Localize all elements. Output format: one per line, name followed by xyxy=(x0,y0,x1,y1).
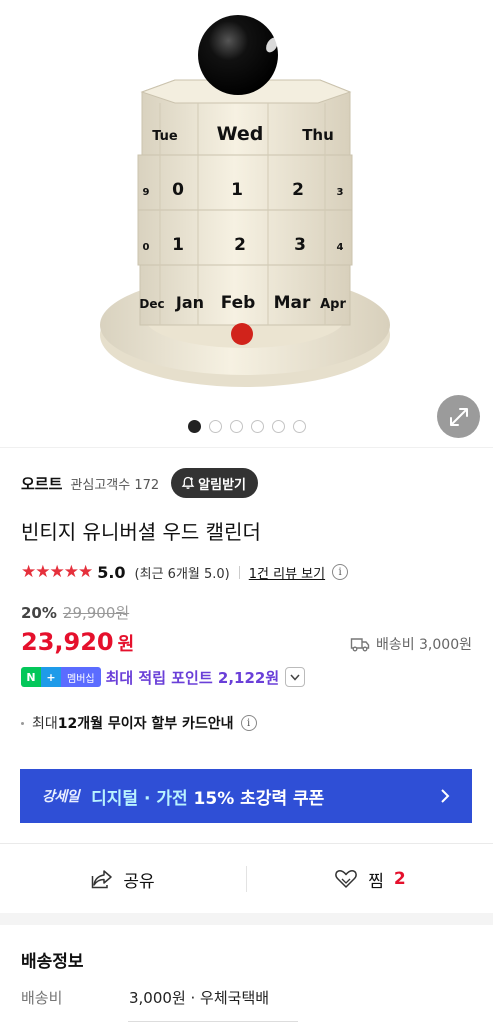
calendar-label: Jan xyxy=(175,293,204,312)
bell-plus-icon xyxy=(181,476,195,489)
gallery-dot[interactable] xyxy=(292,420,306,433)
sale-price: 23,920 원 xyxy=(21,628,134,656)
calendar-label: 0 xyxy=(143,242,150,253)
calendar-label: 1 xyxy=(231,180,243,200)
coupon-category: 디지털 · 가전 xyxy=(91,788,188,809)
badge-membership: 멤버십 xyxy=(61,667,101,687)
points-expand-button[interactable] xyxy=(285,667,306,687)
installment-text: 12개월 무이자 할부 카드안내 xyxy=(57,716,234,732)
divider xyxy=(0,843,493,844)
product-title: 빈티지 유니버셜 우드 캘린더 xyxy=(21,520,261,544)
calendar-label: Apr xyxy=(320,297,346,312)
calendar-label: 9 xyxy=(143,187,150,198)
calendar-label: Thu xyxy=(302,126,334,144)
rating-score: 5.0 xyxy=(97,562,126,582)
calendar-label: 2 xyxy=(234,235,246,255)
zzim-button[interactable]: 찜 2 xyxy=(247,867,493,892)
share-icon xyxy=(92,870,113,889)
gallery-dot[interactable] xyxy=(208,420,222,433)
bullet xyxy=(21,721,24,725)
gallery-dot[interactable] xyxy=(187,420,201,433)
original-price: 29,900원 xyxy=(62,604,130,622)
gallery-dot[interactable] xyxy=(271,420,285,433)
chevron-right-icon xyxy=(441,789,450,803)
max-points-text: 최대 적립 포인트 2,122원 xyxy=(105,668,280,687)
calendar-label: Mar xyxy=(274,293,311,313)
heart-icon xyxy=(335,870,358,888)
gallery-pagination xyxy=(0,420,493,433)
action-bar: 공유 찜 2 xyxy=(0,852,493,906)
shipping-fee-label: 배송비 xyxy=(21,989,63,1007)
installment-prefix: 최대 xyxy=(32,716,58,732)
alarm-subscribe-label: 알림받기 xyxy=(198,477,246,493)
discount-rate: 20% xyxy=(21,603,57,622)
calendar-label: Feb xyxy=(221,293,256,313)
gallery-dot[interactable] xyxy=(229,420,243,433)
divider xyxy=(0,447,493,448)
section-separator xyxy=(0,913,493,925)
zzim-count: 2 xyxy=(393,869,406,889)
membership-points[interactable]: N + 멤버십 최대 적립 포인트 2,122원 xyxy=(21,665,306,689)
price-currency: 원 xyxy=(117,634,135,655)
shipping-fee-row: 배송비 3,000원 · 우체국택배 xyxy=(21,987,269,1008)
coupon-brand-logo: 강세일 xyxy=(42,789,80,805)
coupon-text: 디지털 · 가전 15% 초강력 쿠폰 xyxy=(91,784,324,809)
info-icon[interactable]: i xyxy=(240,715,257,731)
calendar-label: Wed xyxy=(217,123,264,145)
calendar-label: 2 xyxy=(292,180,304,200)
seller-info: 오르트 관심고객수 172 알림받기 xyxy=(21,468,258,498)
price-value: 23,920 xyxy=(21,628,114,656)
shipping-info-title: 배송정보 xyxy=(21,952,84,972)
product-image-gallery[interactable]: Tue Wed Thu 9 0 1 2 3 0 1 2 3 4 Dec Jan Feb Mar Apr xyxy=(0,0,493,448)
calendar-label: 1 xyxy=(172,235,184,255)
gallery-dot[interactable] xyxy=(250,420,264,433)
naver-plus-membership-badge: N + 멤버십 xyxy=(21,667,101,687)
zzim-label: 찜 xyxy=(368,871,384,892)
info-icon[interactable]: i xyxy=(332,564,349,580)
truck-icon xyxy=(350,638,370,652)
rating-summary: ★★★★★ 5.0 (최근 6개월 5.0) 1건 리뷰 보기 i xyxy=(21,561,349,583)
seller-interest-count: 관심고객수 172 xyxy=(70,477,160,493)
coupon-offer: 15% 초강력 쿠폰 xyxy=(187,788,325,809)
discount-info: 20% 29,900원 xyxy=(21,602,129,623)
star-rating-icon: ★★★★★ xyxy=(21,562,93,582)
divider xyxy=(238,565,240,579)
calendar-label: Dec xyxy=(139,297,164,311)
rating-recent: (최근 6개월 5.0) xyxy=(134,566,230,582)
calendar-label: 0 xyxy=(172,180,184,200)
alarm-subscribe-button[interactable]: 알림받기 xyxy=(171,468,258,498)
review-link[interactable]: 1건 리뷰 보기 xyxy=(249,563,325,582)
calendar-label: Tue xyxy=(152,129,178,144)
coupon-banner[interactable]: 강세일 디지털 · 가전 15% 초강력 쿠폰 xyxy=(20,769,472,823)
shipping-fee: 배송비 3,000원 xyxy=(350,634,472,654)
product-photo: Tue Wed Thu 9 0 1 2 3 0 1 2 3 4 Dec Jan Feb Mar Apr xyxy=(100,15,390,387)
calendar-label: 4 xyxy=(337,242,344,253)
badge-plus: + xyxy=(41,667,61,687)
shipping-fee-value: 3,000원 · 우체국택배 xyxy=(129,989,270,1007)
calendar-label: 3 xyxy=(294,235,306,255)
chevron-down-icon xyxy=(290,674,300,681)
calendar-label: 3 xyxy=(337,187,344,198)
badge-n: N xyxy=(21,667,41,687)
installment-info[interactable]: 최대 12개월 무이자 할부 카드안내 i xyxy=(21,713,257,733)
share-label: 공유 xyxy=(123,871,155,892)
seller-name[interactable]: 오르트 xyxy=(21,473,62,494)
share-button[interactable]: 공유 xyxy=(0,867,246,892)
shipping-fee-label: 배송비 3,000원 xyxy=(375,637,472,653)
